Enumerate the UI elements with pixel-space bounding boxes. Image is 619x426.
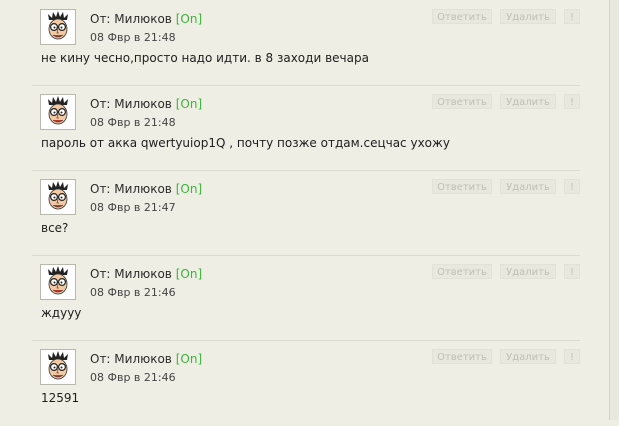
avatar[interactable] [40,264,76,300]
report-button[interactable]: ! [564,179,580,194]
message-divider [32,255,580,256]
reply-button[interactable]: Ответить [432,94,492,109]
reply-button[interactable]: Ответить [432,264,492,279]
report-button[interactable]: ! [564,264,580,279]
message-time: 08 Фвр в 21:47 [90,201,176,214]
online-status: [On] [175,267,203,281]
online-status: [On] [175,352,203,366]
message-author: От: Милюков [On] [90,97,202,111]
report-button[interactable]: ! [564,349,580,364]
author-name: От: Милюков [90,352,172,366]
message-text: все? [41,221,69,235]
online-status: [On] [175,182,203,196]
message-time: 08 Фвр в 21:48 [90,31,176,44]
message-item: От: Милюков [On] 08 Фвр в 21:47 Ответить… [32,170,580,256]
message-author: От: Милюков [On] [90,267,202,281]
delete-button[interactable]: Удалить [500,349,556,364]
reply-button[interactable]: Ответить [432,349,492,364]
online-status: [On] [175,97,203,111]
message-author: От: Милюков [On] [90,352,202,366]
reply-button[interactable]: Ответить [432,9,492,24]
author-name: От: Милюков [90,182,172,196]
author-name: От: Милюков [90,97,172,111]
delete-button[interactable]: Удалить [500,94,556,109]
cartoon-face-avatar-icon [48,181,68,210]
author-name: От: Милюков [90,267,172,281]
report-button[interactable]: ! [564,9,580,24]
message-text: 12591 [41,391,80,405]
cartoon-face-avatar-icon [48,11,68,40]
message-item: От: Милюков [On] 08 Фвр в 21:48 Ответить… [32,0,580,86]
reply-button[interactable]: Ответить [432,179,492,194]
message-item: От: Милюков [On] 08 Фвр в 21:46 Ответить… [32,255,580,341]
scrollbar-track[interactable] [609,0,619,420]
author-name: От: Милюков [90,12,172,26]
delete-button[interactable]: Удалить [500,264,556,279]
message-author: От: Милюков [On] [90,12,202,26]
avatar[interactable] [40,349,76,385]
message-item: От: Милюков [On] 08 Фвр в 21:48 Ответить… [32,85,580,171]
message-divider [32,170,580,171]
message-divider [32,340,580,341]
cartoon-face-avatar-icon [48,96,68,125]
message-time: 08 Фвр в 21:46 [90,286,176,299]
message-time: 08 Фвр в 21:46 [90,371,176,384]
message-time: 08 Фвр в 21:48 [90,116,176,129]
avatar[interactable] [40,9,76,45]
avatar[interactable] [40,94,76,130]
delete-button[interactable]: Удалить [500,179,556,194]
message-author: От: Милюков [On] [90,182,202,196]
delete-button[interactable]: Удалить [500,9,556,24]
online-status: [On] [175,12,203,26]
message-item: От: Милюков [On] 08 Фвр в 21:46 Ответить… [32,340,580,426]
report-button[interactable]: ! [564,94,580,109]
message-text: пароль от акка qwertyuiop1Q , почту позж… [41,136,450,150]
message-text: не кину чесно,просто надо идти. в 8 захо… [41,51,369,65]
cartoon-face-avatar-icon [48,351,68,380]
cartoon-face-avatar-icon [48,266,68,295]
avatar[interactable] [40,179,76,215]
message-text: ждууу [41,306,82,320]
message-divider [32,85,580,86]
